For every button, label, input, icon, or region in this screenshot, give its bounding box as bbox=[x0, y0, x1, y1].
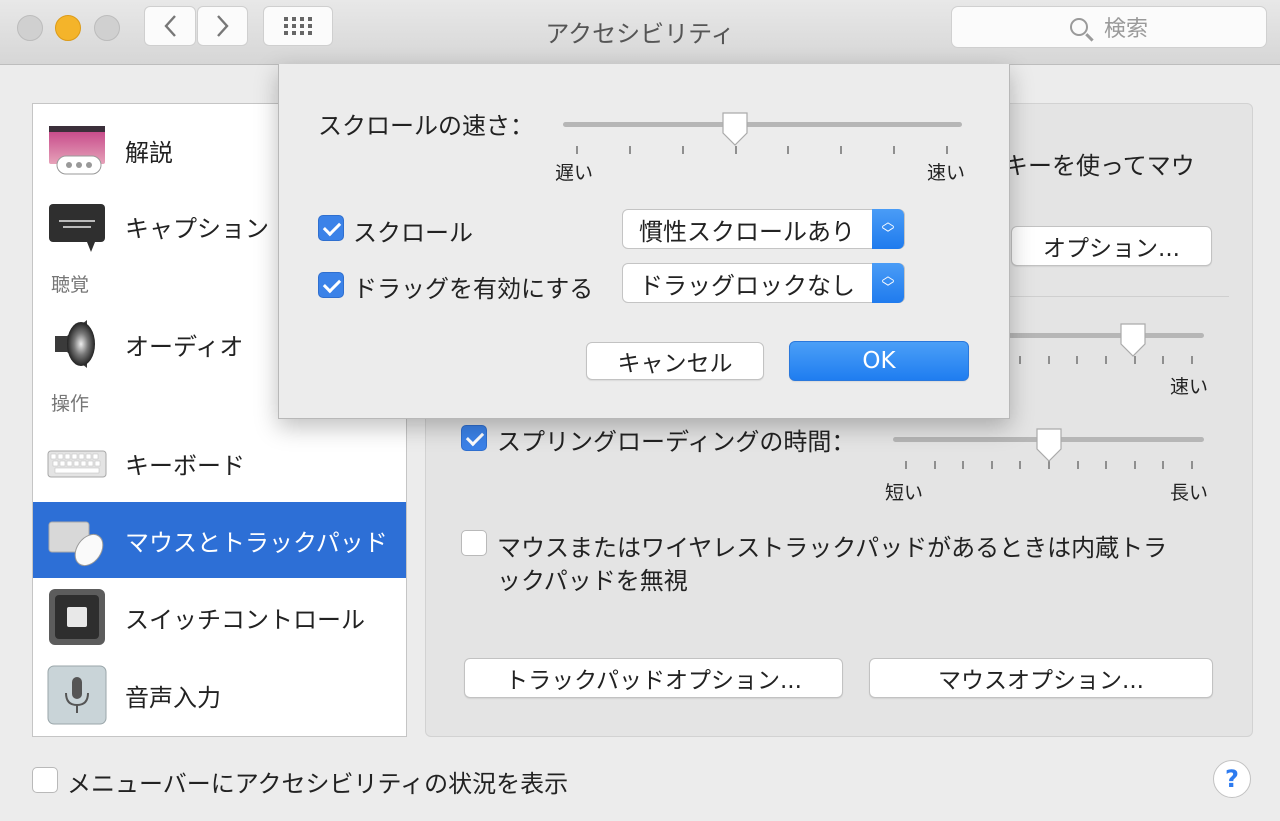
slider-ticks bbox=[1019, 356, 1193, 364]
spring-loading-checkbox[interactable] bbox=[461, 425, 487, 451]
slider-min-label: 遅い bbox=[555, 162, 594, 184]
ok-button[interactable]: OK bbox=[789, 341, 969, 381]
popup-arrows-icon: ︿ ﹀ bbox=[872, 209, 904, 249]
show-status-label: メニューバーにアクセシビリティの状況を表示 bbox=[67, 770, 569, 798]
speaker-icon bbox=[55, 320, 95, 368]
sidebar-item-label: 解説 bbox=[125, 138, 173, 167]
slider-knob[interactable] bbox=[1118, 322, 1148, 358]
sidebar-item-mouse-trackpad[interactable]: マウスとトラックパッド bbox=[33, 502, 406, 578]
section-header-hearing: 聴覚 bbox=[51, 274, 90, 296]
mouse-keys-text: キーを使ってマウ bbox=[1004, 152, 1195, 180]
popup-value: 慣性スクロールあり bbox=[639, 217, 855, 246]
title-bar: アクセシビリティ 検索 bbox=[0, 0, 1280, 65]
slider-max-label: 速い bbox=[927, 162, 966, 184]
ignore-trackpad-label-line2: ックパッドを無視 bbox=[497, 567, 688, 595]
scroll-speed-label: スクロールの速さ： bbox=[318, 112, 534, 140]
drag-label: ドラッグを有効にする bbox=[353, 275, 594, 303]
spring-loading-label: スプリングローディングの時間： bbox=[497, 428, 856, 456]
search-field[interactable]: 検索 bbox=[951, 6, 1267, 48]
mouse-trackpad-icon bbox=[48, 521, 104, 567]
descriptions-icon bbox=[49, 126, 105, 175]
keyboard-icon bbox=[47, 450, 107, 478]
mouse-options-button[interactable]: マウスオプション... bbox=[869, 658, 1213, 698]
sidebar-item-label: キーボード bbox=[125, 451, 245, 480]
cancel-button[interactable]: キャンセル bbox=[586, 342, 764, 380]
slider-max-label: 長い bbox=[1170, 482, 1209, 504]
show-status-checkbox[interactable] bbox=[32, 767, 58, 793]
trackpad-options-button[interactable]: トラックパッドオプション... bbox=[464, 658, 843, 698]
sidebar-item-label: オーディオ bbox=[125, 332, 244, 361]
sidebar-item-label: 音声入力 bbox=[125, 683, 221, 712]
help-button[interactable]: ? bbox=[1213, 760, 1251, 798]
slider-max-label: 速い bbox=[1170, 376, 1209, 398]
scroll-label: スクロール bbox=[353, 219, 473, 247]
options-button[interactable]: オプション... bbox=[1011, 226, 1212, 266]
search-icon bbox=[1069, 18, 1088, 36]
scroll-options-sheet: スクロールの速さ： 遅い 速い スクロール 慣性スクロールあり ︿ ﹀ ドラッグを… bbox=[278, 64, 1010, 419]
microphone-icon bbox=[47, 665, 107, 725]
search-placeholder: 検索 bbox=[1103, 17, 1148, 42]
drag-lock-popup[interactable]: ドラッグロックなし ︿ ﹀ bbox=[622, 263, 905, 303]
scroll-checkbox[interactable] bbox=[318, 215, 344, 241]
double-click-speed-slider[interactable] bbox=[1008, 333, 1204, 338]
slider-ticks bbox=[576, 146, 948, 154]
sidebar-item-dictation[interactable]: 音声入力 bbox=[33, 657, 406, 733]
popup-arrows-icon: ︿ ﹀ bbox=[872, 263, 904, 303]
slider-knob[interactable] bbox=[1034, 427, 1064, 463]
scroll-speed-slider[interactable] bbox=[563, 122, 962, 127]
sidebar-item-keyboard[interactable]: キーボード bbox=[33, 425, 406, 501]
sidebar-item-switch-control[interactable]: スイッチコントロール bbox=[33, 579, 406, 655]
section-header-interaction: 操作 bbox=[51, 393, 90, 415]
ignore-trackpad-label: マウスまたはワイヤレストラックパッドがあるときは内蔵トラ bbox=[497, 534, 1168, 562]
sidebar-item-label: キャプション bbox=[125, 214, 269, 243]
slider-knob[interactable] bbox=[720, 111, 750, 147]
switch-control-icon bbox=[49, 589, 105, 645]
ignore-trackpad-checkbox[interactable] bbox=[461, 530, 487, 556]
sidebar-item-label: スイッチコントロール bbox=[125, 605, 365, 634]
drag-checkbox[interactable] bbox=[318, 272, 344, 298]
captions-icon bbox=[49, 204, 105, 252]
slider-min-label: 短い bbox=[885, 482, 924, 504]
sidebar-item-label: マウスとトラックパッド bbox=[125, 528, 388, 557]
scroll-inertia-popup[interactable]: 慣性スクロールあり ︿ ﹀ bbox=[622, 209, 905, 249]
popup-value: ドラッグロックなし bbox=[639, 271, 855, 300]
divider bbox=[1008, 296, 1229, 297]
